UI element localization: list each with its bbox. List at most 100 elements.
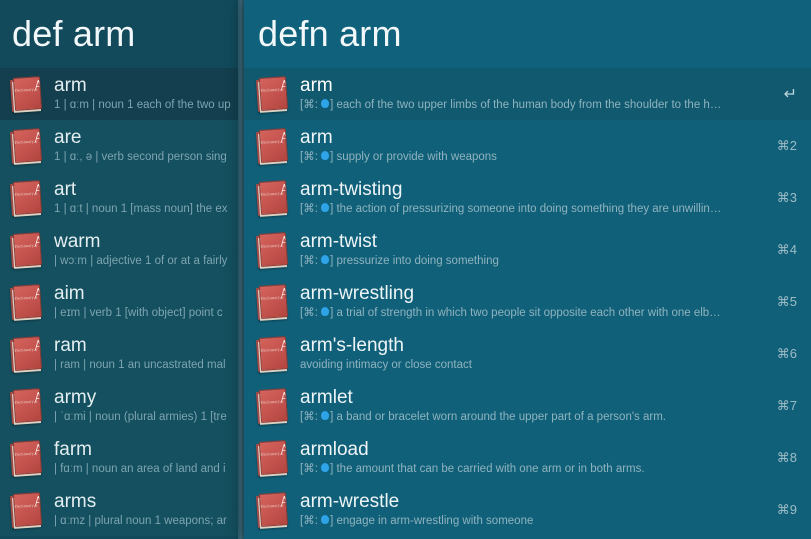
blue-dot-icon: [321, 514, 330, 525]
left-results-panel: def arm DictionaryAa arm 1 | ɑːm | noun 1 …: [0, 0, 238, 539]
blue-dot-icon: [321, 150, 330, 161]
left-search-bar[interactable]: def arm: [0, 0, 238, 68]
result-text: arm-wrestle [⌘: ] engage in arm-wrestling…: [300, 491, 767, 529]
result-subtitle: | fɑːm | noun an area of land and i: [54, 462, 234, 477]
result-shortcut-hint: ⌘9: [776, 502, 797, 517]
result-subtitle-body: pressurize into doing something: [336, 255, 499, 267]
result-title: arm: [300, 127, 333, 148]
result-row[interactable]: DictionaryAa arm [⌘: ] each of the two upp…: [244, 68, 811, 120]
result-title: army: [54, 387, 97, 408]
result-subtitle: 1 | ɑːm | noun 1 each of the two up: [54, 98, 234, 113]
result-row[interactable]: DictionaryAa armload [⌘: ] the amount that…: [244, 432, 811, 484]
result-subtitle-body: | eɪm | verb 1 [with object] point c: [54, 307, 223, 319]
result-row[interactable]: DictionaryAa art 1 | ɑːt | noun 1 [mass no…: [0, 172, 238, 224]
result-text: arm-twisting [⌘: ] the action of pressuri…: [300, 179, 767, 217]
dictionary-book-icon: DictionaryAa: [9, 387, 44, 425]
result-title: arms: [54, 491, 97, 512]
result-row[interactable]: DictionaryAa arm 1 | ɑːm | noun 1 each of …: [0, 68, 238, 120]
result-title: arm-twisting: [300, 179, 403, 200]
result-subtitle-body: 1 | ɑːt | noun 1 [mass noun] the ex: [54, 203, 228, 215]
dictionary-book-icon: DictionaryAa: [9, 439, 44, 477]
result-title: art: [54, 179, 77, 200]
blue-dot-icon: [321, 462, 330, 473]
dictionary-book-icon: DictionaryAa: [9, 335, 44, 373]
result-row[interactable]: DictionaryAa arm-twist [⌘: ] pressurize in…: [244, 224, 811, 276]
result-row[interactable]: DictionaryAa are 1 | ɑː, ə | verb second p…: [0, 120, 238, 172]
result-subtitle: | ɑːmz | plural noun 1 weapons; ar: [54, 514, 234, 529]
result-subtitle: [⌘: ] engage in arm-wrestling with someo…: [300, 514, 763, 529]
result-title: arm-wrestle: [300, 491, 400, 512]
result-row[interactable]: DictionaryAa arm-wrestle [⌘: ] engage in a…: [244, 484, 811, 536]
result-subtitle-body: engage in arm-wrestling with someone: [336, 515, 534, 527]
command-key-label: [⌘:: [300, 255, 322, 267]
dictionary-book-icon: DictionaryAa: [255, 335, 290, 373]
result-text: art 1 | ɑːt | noun 1 [mass noun] the ex: [54, 179, 238, 217]
result-subtitle-body: the action of pressurizing someone into …: [336, 203, 722, 215]
command-key-label: [⌘:: [300, 99, 322, 111]
command-key-label: [⌘:: [300, 463, 322, 475]
result-subtitle-body: | fɑːm | noun an area of land and i: [54, 463, 226, 475]
right-query-text: defn arm: [258, 13, 402, 54]
dictionary-book-icon: DictionaryAa: [255, 179, 290, 217]
dictionary-book-icon: DictionaryAa: [9, 283, 44, 321]
result-text: arms | ɑːmz | plural noun 1 weapons; ar: [54, 491, 238, 529]
result-row[interactable]: DictionaryAa army | ˈɑːmi | noun (plural a…: [0, 380, 238, 432]
result-shortcut-hint: ⌘2: [776, 138, 797, 153]
result-subtitle-body: | ram | noun 1 an uncastrated mal: [54, 359, 226, 371]
blue-dot-icon: [321, 254, 330, 265]
alfred-dictionary-window: def arm DictionaryAa arm 1 | ɑːm | noun 1 …: [0, 0, 811, 539]
command-key-label: [⌘:: [300, 151, 322, 163]
right-results-panel: defn arm DictionaryAa arm [⌘: ] each of th…: [244, 0, 811, 539]
result-text: arm's-length avoiding intimacy or close c…: [300, 335, 767, 373]
result-row[interactable]: DictionaryAa warm | wɔːm | adjective 1 of …: [0, 224, 238, 276]
result-text: armload [⌘: ] the amount that can be carr…: [300, 439, 767, 477]
result-subtitle: [⌘: ] each of the two upper limbs of the…: [300, 98, 763, 113]
dictionary-book-icon: DictionaryAa: [9, 491, 44, 529]
right-results-list: DictionaryAa arm [⌘: ] each of the two upp…: [244, 68, 811, 536]
result-title: arm-twist: [300, 231, 378, 252]
result-subtitle: [⌘: ] a band or bracelet worn around the…: [300, 410, 763, 425]
result-subtitle: | ram | noun 1 an uncastrated mal: [54, 358, 234, 373]
result-subtitle-body: each of the two upper limbs of the human…: [336, 99, 722, 111]
result-subtitle: 1 | ɑːt | noun 1 [mass noun] the ex: [54, 202, 234, 217]
result-text: army | ˈɑːmi | noun (plural armies) 1 [tr…: [54, 387, 238, 425]
result-row[interactable]: DictionaryAa arm-wrestling [⌘: ] a trial o…: [244, 276, 811, 328]
blue-dot-icon: [321, 306, 330, 317]
result-subtitle: | wɔːm | adjective 1 of or at a fairly: [54, 254, 234, 269]
command-key-label: [⌘:: [300, 411, 322, 423]
result-title: farm: [54, 439, 92, 460]
dictionary-book-icon: DictionaryAa: [255, 387, 290, 425]
result-shortcut-hint: ↵: [783, 86, 797, 103]
result-title: armload: [300, 439, 369, 460]
blue-dot-icon: [321, 410, 330, 421]
result-row[interactable]: DictionaryAa ram | ram | noun 1 an uncastr…: [0, 328, 238, 380]
right-search-bar[interactable]: defn arm: [244, 0, 811, 68]
result-title: warm: [54, 231, 101, 252]
result-row[interactable]: DictionaryAa arm-twisting [⌘: ] the action…: [244, 172, 811, 224]
result-row[interactable]: DictionaryAa armlet [⌘: ] a band or bracel…: [244, 380, 811, 432]
result-text: ram | ram | noun 1 an uncastrated mal: [54, 335, 238, 373]
result-shortcut-hint: ⌘8: [776, 450, 797, 465]
blue-dot-icon: [321, 202, 330, 213]
result-subtitle-body: supply or provide with weapons: [336, 151, 497, 163]
result-row[interactable]: DictionaryAa aim | eɪm | verb 1 [with obje…: [0, 276, 238, 328]
result-subtitle-body: | ˈɑːmi | noun (plural armies) 1 [tre: [54, 411, 227, 423]
dictionary-book-icon: DictionaryAa: [255, 127, 290, 165]
result-subtitle-body: the amount that can be carried with one …: [336, 463, 645, 475]
result-row[interactable]: DictionaryAa arms | ɑːmz | plural noun 1 w…: [0, 484, 238, 536]
command-key-label: [⌘:: [300, 203, 322, 215]
result-row[interactable]: DictionaryAa arm's-length avoiding intimac…: [244, 328, 811, 380]
result-row[interactable]: DictionaryAa arm [⌘: ] supply or provide w…: [244, 120, 811, 172]
result-row[interactable]: DictionaryAa farm | fɑːm | noun an area of…: [0, 432, 238, 484]
result-subtitle-body: avoiding intimacy or close contact: [300, 359, 472, 371]
result-text: arm [⌘: ] supply or provide with weapons: [300, 127, 767, 165]
dictionary-book-icon: DictionaryAa: [255, 231, 290, 269]
result-subtitle: [⌘: ] the action of pressurizing someone…: [300, 202, 763, 217]
result-subtitle: [⌘: ] a trial of strength in which two p…: [300, 306, 763, 321]
result-text: arm [⌘: ] each of the two upper limbs of …: [300, 75, 767, 113]
result-title: arm: [54, 75, 87, 96]
result-subtitle-body: | wɔːm | adjective 1 of or at a fairly: [54, 255, 228, 267]
result-title: arm-wrestling: [300, 283, 415, 304]
result-subtitle-body: 1 | ɑː, ə | verb second person sing: [54, 151, 227, 163]
dictionary-book-icon: DictionaryAa: [9, 231, 44, 269]
